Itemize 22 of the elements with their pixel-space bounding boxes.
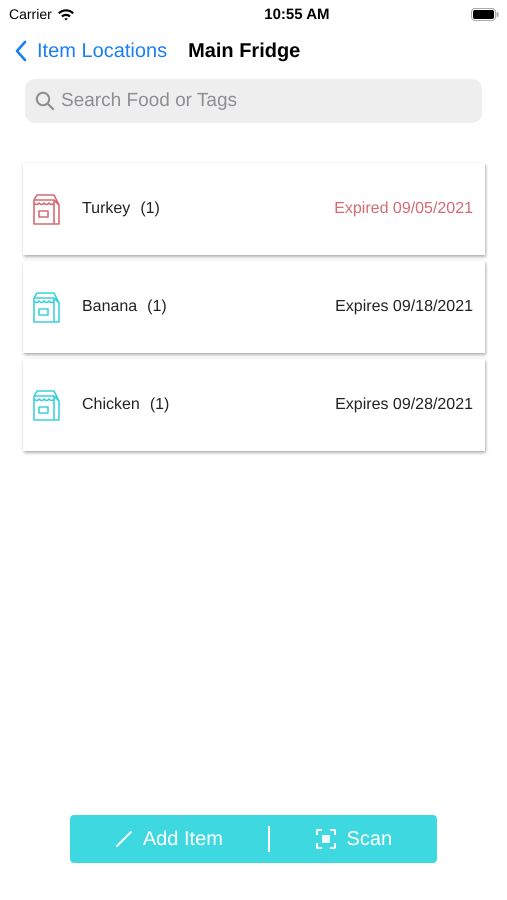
chevron-icon bbox=[15, 40, 27, 62]
item-name: Turkey bbox=[82, 200, 130, 218]
search-field[interactable]: Search Food or Tags bbox=[25, 79, 482, 123]
carrier-name: Carrier bbox=[9, 6, 52, 22]
item-card[interactable]: Chicken (1) Expires 09/28/2021 bbox=[23, 359, 485, 451]
pencil-icon bbox=[114, 830, 133, 848]
wifi-icon bbox=[56, 8, 75, 20]
back-button[interactable]: Item Locations bbox=[15, 40, 168, 62]
item-name: Chicken bbox=[82, 396, 140, 414]
expiry-date: Expires 09/18/2021 bbox=[335, 298, 473, 316]
item-count: (1) bbox=[150, 396, 170, 414]
expiry-date: Expires 09/28/2021 bbox=[335, 396, 473, 414]
expiry-date: Expired 09/05/2021 bbox=[334, 200, 473, 218]
item-count: (1) bbox=[147, 298, 167, 316]
item-name: Banana bbox=[82, 298, 138, 316]
status-time: 10:55 AM bbox=[264, 6, 330, 22]
item-count: (1) bbox=[140, 200, 160, 218]
screen-title: Main Fridge bbox=[188, 40, 300, 62]
battery-icon bbox=[471, 8, 499, 20]
item-card[interactable]: Turkey (1) Expired 09/05/2021 bbox=[23, 163, 485, 255]
item-card[interactable]: Banana (1) Expires 09/18/2021 bbox=[23, 261, 485, 353]
scan-icon bbox=[314, 828, 337, 850]
